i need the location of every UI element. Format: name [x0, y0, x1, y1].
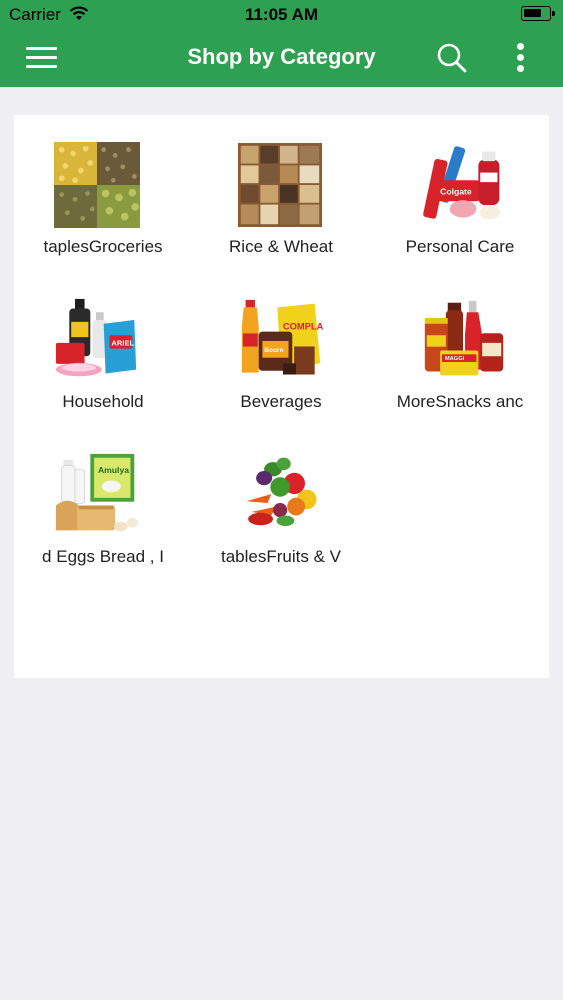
category-label: taplesGroceries: [43, 237, 163, 256]
svg-text:MAGGI: MAGGI: [445, 356, 465, 362]
dairy-bread-icon: Amulya: [55, 453, 139, 532]
svg-text:COMPLAN: COMPLAN: [283, 322, 324, 332]
category-label: tablesFruits & V: [221, 547, 341, 566]
toiletries-icon: Colgate: [423, 146, 501, 220]
sauces-jars-icon: MAGGI: [424, 300, 504, 376]
spice-box-icon: [238, 143, 322, 227]
category-item-staples-groceries[interactable]: taplesGroceries: [14, 115, 192, 265]
category-item-beverages[interactable]: COMPLAN Bourn Beverages: [192, 270, 370, 420]
category-label: d Eggs Bread , I: [42, 547, 164, 566]
cleaning-products-icon: ARIEL: [55, 298, 137, 377]
category-label: Personal Care: [405, 237, 515, 256]
nav-bar: Shop by Category: [0, 28, 563, 87]
category-item-dairy-eggs-bread[interactable]: Amulya d Eggs Bread , I: [14, 425, 192, 575]
battery-icon: [521, 6, 555, 21]
status-bar: Carrier 11:05 AM: [0, 0, 563, 28]
grains-icon: [54, 142, 140, 228]
svg-text:ARIEL: ARIEL: [111, 339, 134, 348]
category-item-household[interactable]: ARIEL Household: [14, 270, 192, 420]
category-label: MoreSnacks anc: [396, 392, 524, 411]
category-item-snacks[interactable]: MAGGI MoreSnacks anc: [371, 270, 549, 420]
drinks-icon: COMPLAN Bourn: [241, 299, 324, 375]
more-vertical-icon[interactable]: [510, 42, 532, 74]
category-item-fruits-vegetables[interactable]: tablesFruits & V: [192, 425, 370, 575]
svg-text:Amulya: Amulya: [98, 465, 129, 475]
page-title: Shop by Category: [187, 44, 376, 69]
category-item-personal-care[interactable]: Colgate Personal Care: [371, 115, 549, 265]
category-grid: taplesGroceries Rice & Wheat Colgate Per…: [14, 115, 549, 678]
clock: 11:05 AM: [244, 5, 319, 24]
svg-text:Bourn: Bourn: [264, 347, 283, 354]
category-item-rice-wheat[interactable]: Rice & Wheat: [192, 115, 370, 265]
svg-text:Colgate: Colgate: [440, 187, 472, 197]
search-icon[interactable]: [436, 42, 468, 74]
fruits-vegetables-icon: [246, 457, 317, 527]
category-label: Rice & Wheat: [229, 237, 333, 256]
category-label: Household: [62, 392, 144, 411]
category-label: Beverages: [240, 392, 322, 411]
